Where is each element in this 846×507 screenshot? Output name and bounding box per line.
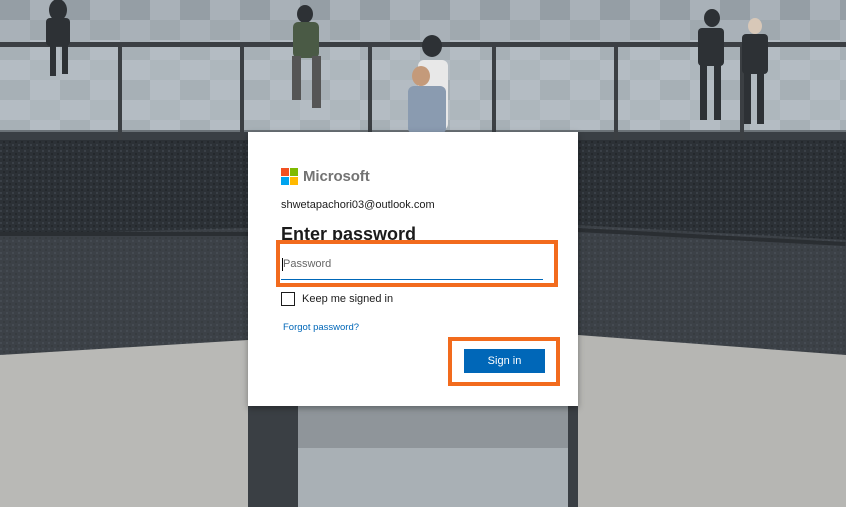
text-caret (282, 258, 283, 271)
microsoft-logo: Microsoft (281, 167, 370, 185)
keep-signed-in-checkbox[interactable] (281, 292, 295, 306)
keep-signed-in-option[interactable]: Keep me signed in (281, 292, 393, 306)
sign-in-button[interactable]: Sign in (464, 349, 545, 373)
password-field-wrapper (281, 251, 545, 280)
microsoft-logo-icon (281, 167, 298, 185)
brand-name: Microsoft (303, 167, 370, 185)
page-title: Enter password (281, 224, 417, 244)
sign-in-card: Microsoft shwetapachori03@outlook.com En… (248, 132, 578, 406)
password-input[interactable] (281, 251, 545, 277)
account-identity: shwetapachori03@outlook.com (281, 199, 435, 211)
forgot-password-link[interactable]: Forgot password? (283, 322, 359, 333)
keep-signed-in-label: Keep me signed in (302, 293, 394, 305)
